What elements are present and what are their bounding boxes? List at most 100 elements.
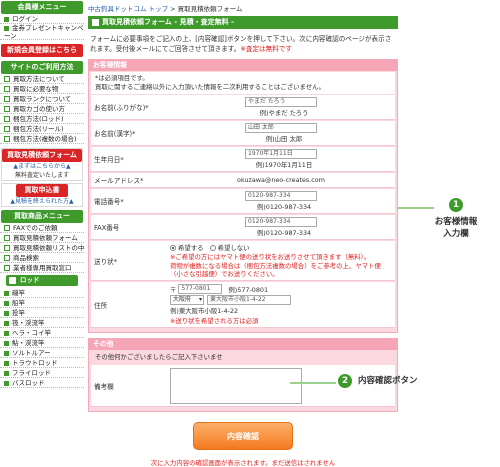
- rod-list: 磯竿 船竿 投竿 筏・渓流竿 へラ・コイ竿 鮎・渓流竿 ソルトルアー トラウトロ…: [0, 288, 84, 388]
- free-note: ※査定は無料です: [240, 45, 293, 53]
- furigana-input[interactable]: やまだ たろう: [245, 97, 317, 107]
- sidebar-item-rod[interactable]: 磯竿: [0, 288, 84, 298]
- email-value[interactable]: okuzawa@neo-creates.com: [237, 176, 325, 184]
- sidebar-item-rod[interactable]: バスロッド: [0, 378, 84, 388]
- bullet-icon: [4, 25, 9, 31]
- city-input[interactable]: 東大阪市小阪1-4-22: [207, 295, 291, 305]
- main-content: 中古釣具ドットコム トップ > 買取見積依頼フォーム 買取見積依頼フォーム - …: [88, 0, 398, 467]
- bullet-icon: [4, 380, 9, 386]
- bullet-icon: [4, 330, 9, 336]
- bullet-icon: [4, 370, 9, 376]
- sidebar-item-guide[interactable]: 梱包方法(リール): [0, 124, 84, 134]
- sidebar-item-rod[interactable]: ソルトルアー: [0, 348, 84, 358]
- quote-box[interactable]: 買取見積依頼フォーム ▲まずはこちらから▲ 無料査定いたします: [1, 148, 83, 181]
- apply-box[interactable]: 買取申込書 ▲見積を終えられた方▲: [1, 183, 83, 207]
- square-icon: [4, 76, 10, 82]
- sidebar-item-guide[interactable]: 買取に必要な物: [0, 84, 84, 94]
- sidebar: 会員様メニュー ログイン 金券プレゼントキャンペーン 新規会員登録はこちら サイ…: [0, 0, 84, 420]
- register-link[interactable]: 新規会員登録はこちら: [1, 44, 83, 57]
- rod-category-button[interactable]: ロッド: [6, 275, 78, 286]
- square-icon: [4, 245, 10, 251]
- furigana-example: 例)やまだ たろう: [259, 109, 309, 117]
- member-menu-heading: 会員様メニュー: [1, 1, 83, 14]
- furigana-row: お名前(ふりがな)* やまだ たろう 例)やまだ たろう: [91, 95, 395, 120]
- sidebar-item-rod[interactable]: へラ・コイ竿: [0, 328, 84, 338]
- birth-example: 例)1970年1月11日: [255, 161, 313, 169]
- kanji-row: お名前(漢字)* 山田 太郎例)山田 太郎: [91, 121, 395, 146]
- square-icon: [4, 255, 10, 261]
- guide-heading: サイトのご利用方法: [1, 61, 83, 74]
- required-note: *は必須項目です。 買取に関するご連絡以外に入力頂いた情報を二次利用することはご…: [91, 72, 395, 94]
- remarks-label: 備考欄: [94, 382, 114, 391]
- callout-customer-info: 1 お客様情報 入力欄: [412, 198, 500, 239]
- section-heading-other: その他: [89, 339, 397, 350]
- square-icon: [4, 106, 10, 112]
- sidebar-item-rod[interactable]: 筏・渓流竿: [0, 318, 84, 328]
- quote-sub1: ▲まずはこちらから▲: [13, 163, 71, 170]
- other-note: その他何かございましたらご記入下さいませ: [95, 353, 223, 361]
- kit-note1: ※ご希望の方にはヤマト便の送り状をお送りさせて頂きます（無料）。: [170, 253, 371, 261]
- sidebar-item-product[interactable]: 商品検索: [0, 253, 84, 263]
- confirm-button[interactable]: 内容確認: [193, 422, 293, 450]
- apply-sub: ▲見積を終えられた方▲: [10, 198, 74, 205]
- callout-confirm-button: 2 内容確認ボタン: [338, 374, 458, 388]
- page-title: 買取見積依頼フォーム - 見積・査定無料 -: [88, 16, 398, 29]
- sidebar-item-product[interactable]: 業者様専用買取窓口: [0, 263, 84, 273]
- apply-form-link[interactable]: 買取申込書: [16, 184, 68, 197]
- sidebar-item-rod[interactable]: 船竿: [0, 298, 84, 308]
- tel-example: 例)0120-987-334: [256, 203, 312, 211]
- intro-text: フォームに必要事項をご記入の上、[内容確認]ボタンを押して下さい。次に内容確認の…: [90, 35, 392, 53]
- remarks-textarea[interactable]: [170, 367, 302, 404]
- bullet-icon: [4, 350, 9, 356]
- quote-sub2: 無料査定いたします: [14, 172, 69, 179]
- sidebar-item-product[interactable]: FAXでのご依頼: [0, 223, 84, 233]
- fax-label: FAX番号: [94, 224, 120, 232]
- bullet-icon: [4, 360, 9, 366]
- address-note: ※送り状を希望される方は必須: [170, 317, 259, 325]
- square-icon: [4, 96, 10, 102]
- fax-row: FAX番号 0120-987-334 例)0120-987-334: [91, 215, 395, 240]
- address-row: 住所 〒577-0801例)577-0801 大阪府東大阪市小阪1-4-22 例…: [91, 282, 395, 328]
- kit-radio-no[interactable]: [209, 244, 216, 251]
- zip-input[interactable]: 577-0801: [178, 284, 223, 294]
- fax-input[interactable]: 0120-987-334: [245, 217, 317, 227]
- kit-radio-group: 希望する 希望しない: [170, 243, 392, 252]
- address-example: 例)東大阪市小阪1-4-22: [170, 307, 239, 315]
- sidebar-item-guide[interactable]: 梱包方法(ロッド): [0, 114, 84, 124]
- kanji-example: 例)山田 太郎: [265, 135, 303, 143]
- kanji-label: お名前(漢字)*: [94, 130, 136, 138]
- kit-radio-yes[interactable]: [170, 244, 176, 251]
- square-icon: [4, 225, 10, 231]
- sidebar-item-rod[interactable]: フライロッド: [0, 368, 84, 378]
- bullet-icon: [4, 310, 9, 316]
- kit-note2: 荷物が複数になる場合は（梱包方法複数の場合）をご参考の上、ヤマト便（小さな引越便…: [170, 262, 381, 278]
- sidebar-item-login[interactable]: ログイン: [0, 14, 84, 24]
- sidebar-item-rod[interactable]: 投竿: [0, 308, 84, 318]
- sidebar-item-guide[interactable]: 買取カゴの使い方: [0, 104, 84, 114]
- tel-row: 電話番号* 0120-987-334 例)0120-987-334: [91, 189, 395, 214]
- sidebar-item-guide[interactable]: 梱包方法(複数の場合): [0, 134, 84, 144]
- sidebar-item-rod[interactable]: 鮎・渓流竿: [0, 338, 84, 348]
- birth-input[interactable]: 1970年1月11日: [245, 149, 317, 159]
- product-list: FAXでのご依頼 買取見積依頼フォーム 買取見積依頼リストの中 商品検索 業者様…: [0, 223, 84, 273]
- bullet-icon: [4, 16, 9, 22]
- callout1-number: 1: [449, 198, 463, 212]
- prefecture-select[interactable]: 大阪府: [170, 295, 204, 305]
- guide-list: 買取方法について 買取に必要な物 買取ランクについて 買取カゴの使い方 梱包方法…: [0, 74, 84, 144]
- sidebar-item-product[interactable]: 買取見積依頼リストの中: [0, 243, 84, 253]
- breadcrumb-current: 買取見積依頼フォーム: [177, 5, 243, 13]
- sidebar-item-campaign[interactable]: 金券プレゼントキャンペーン: [0, 24, 84, 40]
- kit-row: 送り状* 希望する 希望しない ※ご希望の方にはヤマト便の送り状をお送りさせて頂…: [91, 241, 395, 281]
- zip-example: 例)577-0801: [228, 285, 269, 294]
- birth-label: 生年月日*: [94, 156, 124, 164]
- quote-form-link[interactable]: 買取見積依頼フォーム: [2, 149, 82, 162]
- sidebar-item-product[interactable]: 買取見積依頼フォーム: [0, 233, 84, 243]
- sidebar-item-rod[interactable]: トラウトロッド: [0, 358, 84, 368]
- breadcrumb-home-link[interactable]: 中古釣具ドットコム トップ: [88, 5, 168, 13]
- tel-label: 電話番号*: [94, 198, 124, 206]
- kanji-input[interactable]: 山田 太郎: [245, 123, 317, 133]
- sidebar-item-guide[interactable]: 買取ランクについて: [0, 94, 84, 104]
- email-label: メールアドレス*: [94, 177, 144, 185]
- tel-input[interactable]: 0120-987-334: [245, 191, 317, 201]
- sidebar-item-guide[interactable]: 買取方法について: [0, 74, 84, 84]
